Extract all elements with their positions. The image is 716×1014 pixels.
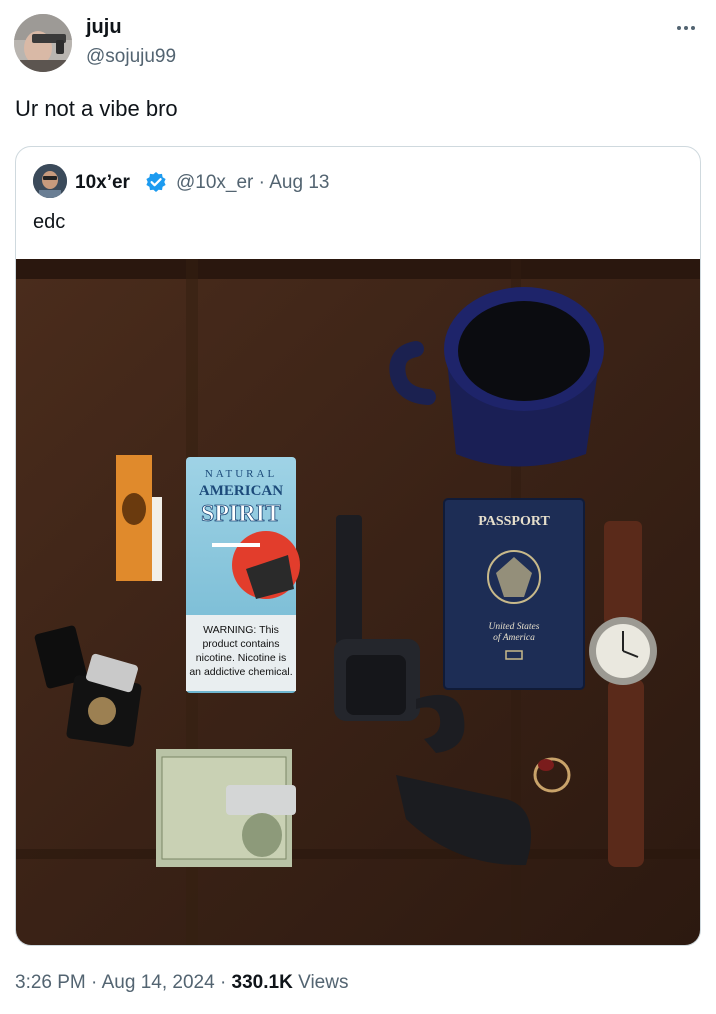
pouch-brand-top: NATURAL <box>205 468 277 480</box>
passport-title: PASSPORT <box>478 514 550 529</box>
author-handle[interactable]: @sojuju99 <box>86 46 176 68</box>
cash-money-clip <box>156 749 296 867</box>
quoted-author-name[interactable]: 10x’er <box>75 172 130 194</box>
separator: · <box>219 972 227 993</box>
tweet-time[interactable]: 3:26 PM <box>15 972 86 993</box>
passport-subtitle-2: of America <box>493 632 535 643</box>
quoted-date[interactable]: Aug 13 <box>269 172 329 193</box>
tobacco-pouch: NATURAL AMERICAN SPIRIT WARNING: This pr… <box>186 457 300 693</box>
quoted-author-handle[interactable]: @10x_er <box>176 172 253 193</box>
pouch-warning-line-2: product contains <box>202 638 279 650</box>
pouch-brand-main: SPIRIT <box>201 501 281 527</box>
quoted-photo[interactable]: NATURAL AMERICAN SPIRIT WARNING: This pr… <box>16 259 700 945</box>
tweet: juju @sojuju99 Ur not a vibe bro 10x’er … <box>0 0 716 1014</box>
pouch-brand-mid: AMERICAN <box>199 483 283 499</box>
passport: PASSPORT United States of America <box>443 498 585 690</box>
verified-badge-icon <box>145 171 167 193</box>
tweet-meta: 3:26 PM · Aug 14, 2024 · 330.1K Views <box>15 972 348 994</box>
views-label: Views <box>298 972 349 993</box>
quoted-handle-and-date: @10x_er · Aug 13 <box>176 172 329 194</box>
tweet-date[interactable]: Aug 14, 2024 <box>102 972 215 993</box>
separator: · <box>91 972 98 993</box>
author-name[interactable]: juju <box>86 16 122 39</box>
author-avatar[interactable] <box>14 14 72 72</box>
quoted-author-avatar[interactable] <box>33 164 67 198</box>
pouch-warning-line-1: WARNING: This <box>203 624 279 636</box>
pouch-warning-line-4: an addictive chemical. <box>189 666 292 678</box>
views-count[interactable]: 330.1K <box>232 972 293 993</box>
tweet-text: Ur not a vibe bro <box>15 96 178 121</box>
passport-subtitle-1: United States <box>489 622 540 632</box>
separator: · <box>258 172 265 193</box>
quoted-text: edc <box>33 211 66 233</box>
pouch-warning-line-3: nicotine. Nicotine is <box>196 652 286 664</box>
quoted-tweet[interactable]: 10x’er @10x_er · Aug 13 edc NATURAL AMER… <box>15 146 701 946</box>
more-horizontal-icon[interactable] <box>668 10 704 46</box>
